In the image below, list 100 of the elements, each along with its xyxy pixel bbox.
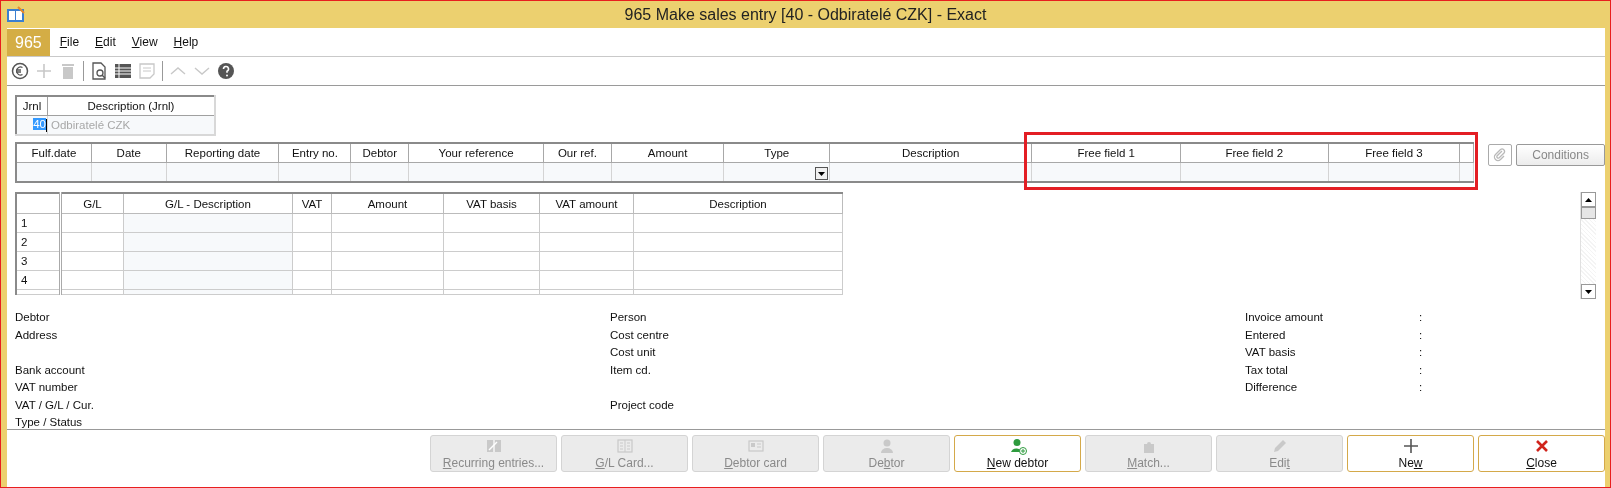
table-cell[interactable]	[331, 251, 444, 271]
action-button[interactable]: New debtor	[954, 435, 1081, 472]
table-cell[interactable]	[633, 251, 843, 271]
column-header: Our ref.	[543, 143, 612, 163]
column-header: Amount	[611, 143, 724, 163]
column-header: G/L	[60, 193, 124, 214]
table-cell[interactable]	[443, 251, 540, 271]
column-header: Fulf.date	[16, 143, 92, 163]
separator-colon: :	[1419, 363, 1423, 376]
toolbar-button[interactable]	[217, 62, 235, 80]
dropdown-button[interactable]	[815, 167, 829, 180]
conditions-button[interactable]: Conditions	[1516, 144, 1605, 166]
field-label: Entered	[1245, 328, 1286, 341]
input-field[interactable]	[16, 162, 92, 182]
scroll-down-icon	[1585, 289, 1592, 294]
window-title: 965 Make sales entry [40 - Odbiratelé CZK] - Exact	[623, 5, 988, 24]
column-header: Type	[723, 143, 830, 163]
help-icon	[217, 62, 235, 80]
table-cell[interactable]	[443, 232, 540, 252]
column-header: VAT basis	[443, 193, 540, 214]
table-cell[interactable]	[633, 213, 843, 233]
row-number: 2	[16, 232, 61, 252]
column-header: Date	[91, 143, 167, 163]
table-cell[interactable]	[443, 270, 540, 290]
field-label: Type / Status	[15, 416, 83, 428]
field-label: Bank account	[15, 363, 85, 376]
column-header: Amount	[331, 193, 444, 214]
separator-colon: :	[1419, 381, 1423, 393]
table-cell[interactable]	[292, 213, 332, 233]
table-cell[interactable]	[60, 270, 124, 290]
app-icon	[6, 5, 26, 24]
table-cell[interactable]	[292, 270, 332, 290]
field-label: Debtor	[15, 311, 50, 323]
column-header: Free field 2	[1180, 143, 1329, 163]
toolbar-button[interactable]	[11, 62, 29, 80]
trash-icon	[59, 62, 77, 80]
scroll-up-button[interactable]	[1581, 192, 1596, 207]
menu-item[interactable]: View	[131, 35, 158, 49]
table-cell[interactable]	[331, 270, 444, 290]
scroll-thumb[interactable]	[1581, 207, 1596, 219]
toolbar-button[interactable]	[90, 62, 108, 80]
table-cell[interactable]	[60, 213, 124, 233]
menu-item[interactable]: File	[59, 35, 80, 49]
list-icon	[114, 62, 132, 80]
book-icon	[484, 437, 503, 455]
table-cell[interactable]	[539, 270, 634, 290]
table-cell[interactable]	[331, 213, 444, 233]
column-header: Debtor	[350, 143, 409, 163]
table-cell[interactable]	[539, 232, 634, 252]
plus-icon	[35, 62, 53, 80]
field-label: Address	[15, 328, 58, 341]
action-button[interactable]: Close	[1478, 435, 1605, 472]
field-label: VAT number	[15, 381, 78, 393]
table-cell[interactable]	[443, 213, 540, 233]
table-cell[interactable]	[292, 232, 332, 252]
field-label: Person	[610, 311, 647, 323]
id-card-icon	[746, 437, 765, 455]
column-header: VAT	[292, 193, 332, 214]
caret-down-icon	[818, 171, 826, 176]
note-icon	[138, 62, 156, 80]
table-cell[interactable]	[60, 251, 124, 271]
column-header: Description	[633, 193, 843, 214]
column-header: Jrnl	[16, 96, 48, 116]
field-label: Tax total	[1245, 363, 1288, 376]
table-cell[interactable]	[633, 232, 843, 252]
table-cell[interactable]	[539, 213, 634, 233]
attachment-button[interactable]	[1488, 144, 1513, 166]
column-header: VAT amount	[539, 193, 634, 214]
scrollbar[interactable]	[1580, 192, 1596, 299]
table-cell[interactable]: 40	[16, 115, 48, 135]
euro-icon	[11, 62, 29, 80]
field-label: Project code	[610, 398, 674, 411]
paperclip-icon	[1493, 148, 1508, 162]
scroll-down-button[interactable]	[1581, 284, 1596, 299]
row-number: 3	[16, 251, 61, 271]
page-search-icon	[90, 62, 108, 80]
row-number: 4	[16, 270, 61, 290]
action-button[interactable]: New	[1347, 435, 1474, 472]
separator-colon: :	[1419, 328, 1423, 341]
table-cell[interactable]	[539, 251, 634, 271]
field-label: VAT / G/L / Cur.	[15, 398, 94, 411]
table-cell[interactable]	[292, 251, 332, 271]
menu-item[interactable]: Help	[173, 35, 199, 49]
field-label: Item cd.	[610, 363, 651, 376]
column-header: Reporting date	[166, 143, 279, 163]
menu-item[interactable]: Edit	[95, 35, 116, 49]
field-label: Cost centre	[610, 328, 669, 341]
column-header: Free field 3	[1328, 143, 1460, 163]
field-label: Difference	[1245, 381, 1298, 393]
app-badge: 965	[7, 28, 50, 56]
column-header: Free field 1	[1031, 143, 1181, 163]
table-cell	[1459, 143, 1474, 163]
column-header: Description	[829, 143, 1032, 163]
columns-icon	[615, 437, 634, 455]
column-header: G/L - Description	[123, 193, 293, 214]
field-label: VAT basis	[1245, 346, 1296, 358]
separator-colon: :	[1419, 311, 1423, 323]
table-cell[interactable]	[60, 232, 124, 252]
table-cell[interactable]	[331, 232, 444, 252]
table-cell[interactable]	[633, 270, 843, 290]
